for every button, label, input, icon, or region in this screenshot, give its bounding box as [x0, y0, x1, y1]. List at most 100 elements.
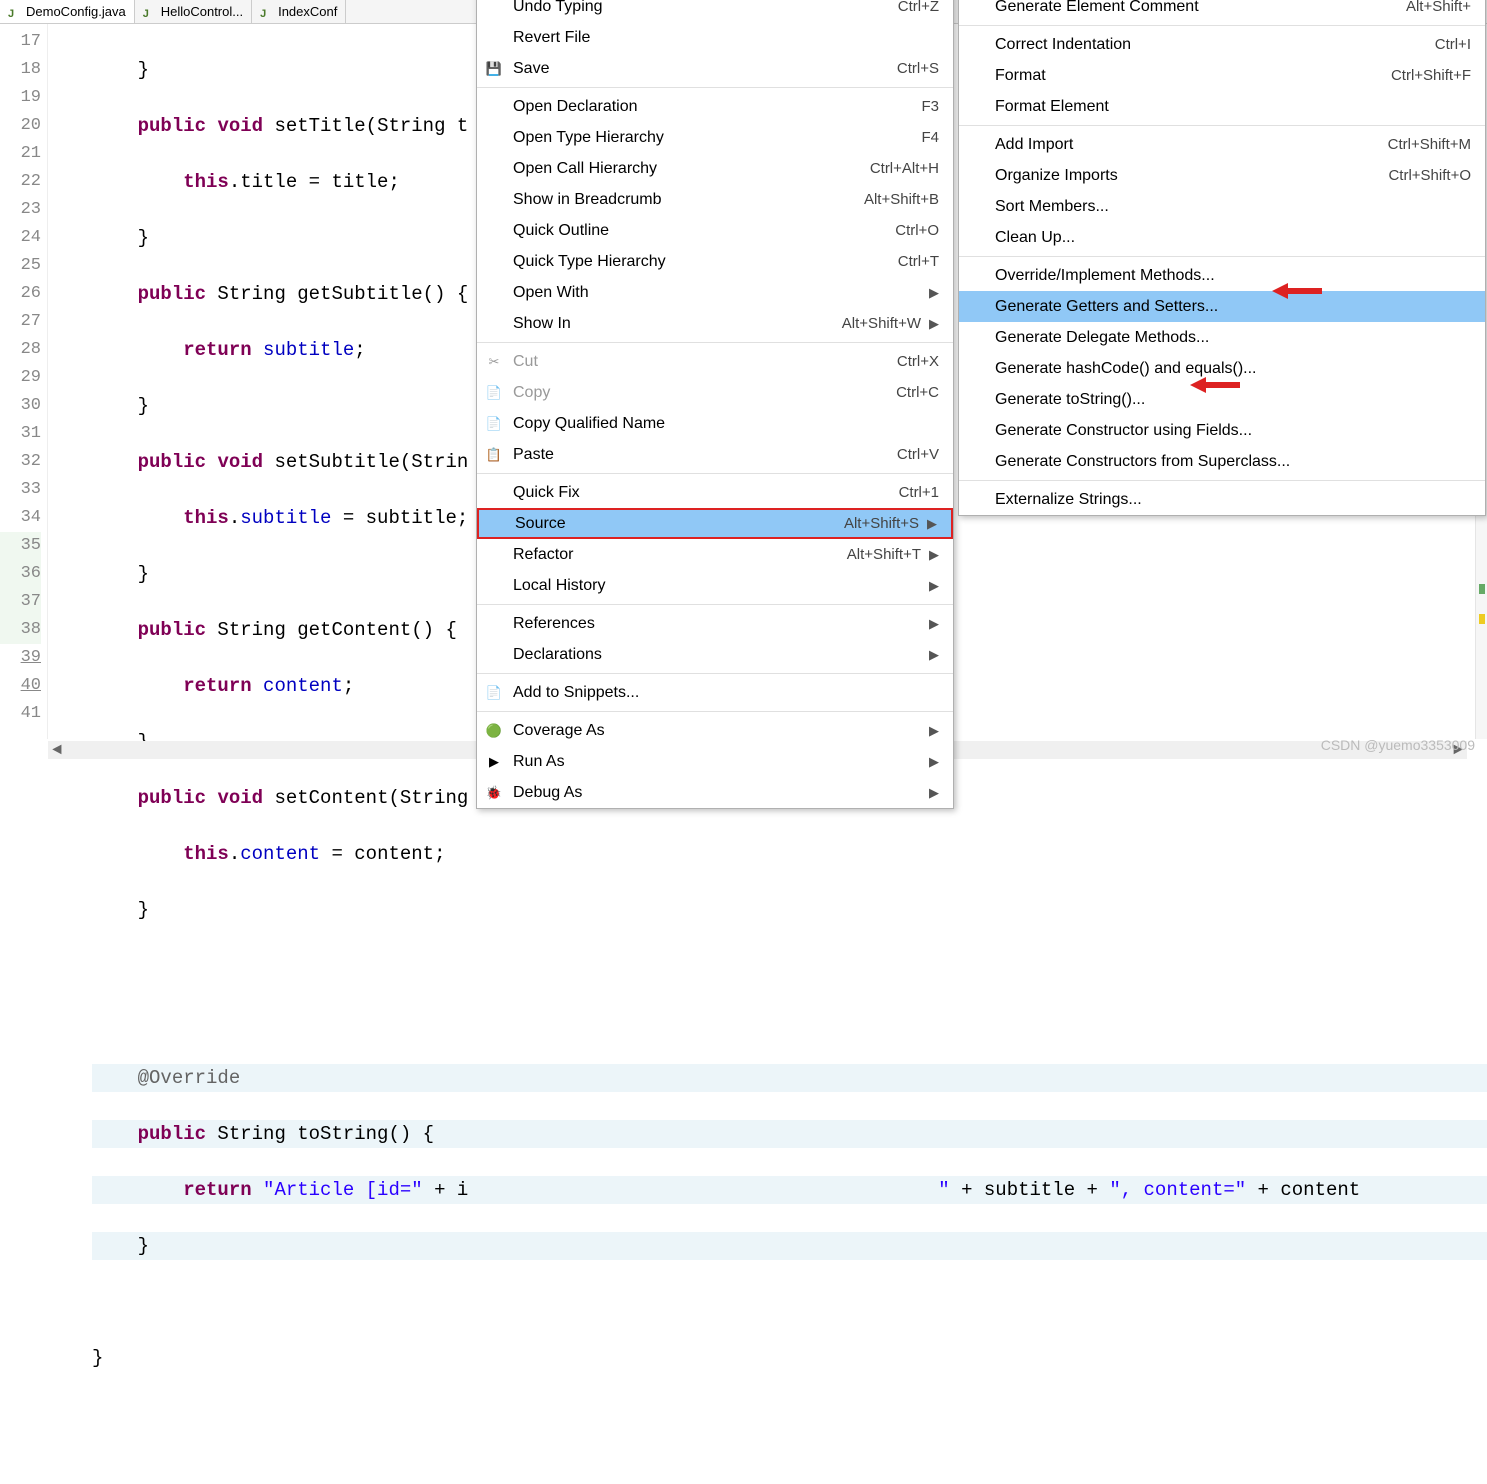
- menu-item-paste[interactable]: 📋PasteCtrl+V: [477, 439, 953, 470]
- t: }: [92, 563, 149, 585]
- menu-icon: ✂: [485, 353, 503, 371]
- menu-item-open-with[interactable]: Open With▶: [477, 277, 953, 308]
- menu-item-format-element[interactable]: Format Element: [959, 91, 1485, 122]
- menu-item-local-history[interactable]: Local History▶: [477, 570, 953, 601]
- line-number: 31: [0, 420, 41, 448]
- t: String getSubtitle() {: [206, 283, 468, 305]
- menu-item-revert-file[interactable]: Revert File: [477, 22, 953, 53]
- t: }: [92, 395, 149, 417]
- menu-item-clean-up[interactable]: Clean Up...: [959, 222, 1485, 253]
- menu-item-show-in-breadcrumb[interactable]: Show in Breadcrumb Alt+Shift+B: [477, 184, 953, 215]
- menu-item-label: Paste: [513, 446, 877, 464]
- menu-item-label: Source: [515, 515, 824, 533]
- menu-shortcut: Ctrl+Alt+H: [870, 160, 939, 177]
- menu-item-run-as[interactable]: ▶Run As▶: [477, 746, 953, 777]
- marker-icon: [1479, 584, 1485, 594]
- menu-item-label: Organize Imports: [995, 167, 1368, 185]
- t: + i: [423, 1179, 469, 1201]
- menu-item-open-type-hierarchy[interactable]: Open Type HierarchyF4: [477, 122, 953, 153]
- tab-indexconf[interactable]: IndexConf: [252, 0, 346, 23]
- line-number: 21: [0, 140, 41, 168]
- str: "Article [id=": [252, 1179, 423, 1201]
- menu-item-label: Show in Breadcrumb: [513, 191, 844, 209]
- line-number: 29: [0, 364, 41, 392]
- menu-item-refactor[interactable]: RefactorAlt+Shift+T▶: [477, 539, 953, 570]
- menu-item-open-declaration[interactable]: Open DeclarationF3: [477, 91, 953, 122]
- anno: @Override: [138, 1067, 241, 1089]
- menu-icon: 🟢: [485, 722, 503, 740]
- menu-item-label: Externalize Strings...: [995, 491, 1471, 509]
- menu-item-generate-constructors-from-superclass[interactable]: Generate Constructors from Superclass...: [959, 446, 1485, 477]
- line-number: 39: [0, 644, 41, 672]
- t: String toString() {: [206, 1123, 434, 1145]
- menu-item-label: Generate Element Comment: [995, 0, 1386, 16]
- id: subtitle: [252, 339, 355, 361]
- menu-item-declarations[interactable]: Declarations▶: [477, 639, 953, 670]
- submenu-arrow-icon: ▶: [929, 285, 939, 301]
- menu-item-open-call-hierarchy[interactable]: Open Call HierarchyCtrl+Alt+H: [477, 153, 953, 184]
- menu-item-coverage-as[interactable]: 🟢Coverage As▶: [477, 715, 953, 746]
- line-number: 40: [0, 672, 41, 700]
- scroll-left-icon[interactable]: ◄: [48, 741, 66, 759]
- context-menu: Undo TypingCtrl+ZRevert File💾SaveCtrl+S O…: [476, 0, 954, 809]
- menu-item-quick-type-hierarchy[interactable]: Quick Type HierarchyCtrl+T: [477, 246, 953, 277]
- menu-separator: [477, 87, 953, 88]
- menu-item-debug-as[interactable]: 🐞Debug As▶: [477, 777, 953, 808]
- menu-item-undo-typing[interactable]: Undo TypingCtrl+Z: [477, 0, 953, 22]
- menu-item-copy-qualified-name[interactable]: 📄Copy Qualified Name: [477, 408, 953, 439]
- line-number: 38: [0, 616, 41, 644]
- menu-item-correct-indentation[interactable]: Correct Indentation Ctrl+I: [959, 29, 1485, 60]
- menu-item-generate-delegate-methods[interactable]: Generate Delegate Methods...: [959, 322, 1485, 353]
- menu-item-organize-imports[interactable]: Organize ImportsCtrl+Shift+O: [959, 160, 1485, 191]
- menu-item-label: Correct Indentation: [995, 36, 1415, 54]
- menu-shortcut: F3: [921, 98, 939, 115]
- menu-shortcut: Ctrl+Shift+F: [1391, 67, 1471, 84]
- menu-item-label: Undo Typing: [513, 0, 878, 16]
- line-number: 30: [0, 392, 41, 420]
- menu-item-add-import[interactable]: Add ImportCtrl+Shift+M: [959, 129, 1485, 160]
- menu-item-sort-members[interactable]: Sort Members...: [959, 191, 1485, 222]
- kw: return: [183, 675, 251, 697]
- menu-shortcut: Alt+Shift+B: [864, 191, 939, 208]
- menu-shortcut: Ctrl+I: [1435, 36, 1471, 53]
- menu-item-copy[interactable]: 📄CopyCtrl+C: [477, 377, 953, 408]
- menu-item-generate-hashcode-and-equals[interactable]: Generate hashCode() and equals()...: [959, 353, 1485, 384]
- tab-democonfig[interactable]: DemoConfig.java: [0, 0, 135, 23]
- line-number: 17: [0, 28, 41, 56]
- menu-item-label: Cut: [513, 353, 877, 371]
- menu-item-label: Add Import: [995, 136, 1368, 154]
- kw: public: [138, 115, 206, 137]
- menu-item-show-in[interactable]: Show InAlt+Shift+W▶: [477, 308, 953, 339]
- menu-item-source[interactable]: SourceAlt+Shift+S▶: [477, 508, 953, 539]
- submenu-arrow-icon: ▶: [929, 723, 939, 739]
- tab-hellocontrol[interactable]: HelloControl...: [135, 0, 252, 23]
- menu-item-save[interactable]: 💾SaveCtrl+S: [477, 53, 953, 84]
- line-number: 23: [0, 196, 41, 224]
- menu-item-label: Quick Type Hierarchy: [513, 253, 878, 271]
- kw: return: [183, 339, 251, 361]
- menu-item-generate-constructor-using-fields[interactable]: Generate Constructor using Fields...: [959, 415, 1485, 446]
- kw: public: [138, 619, 206, 641]
- menu-item-generate-tostring[interactable]: Generate toString()...: [959, 384, 1485, 415]
- menu-item-externalize-strings[interactable]: Externalize Strings...: [959, 484, 1485, 515]
- kw: public: [138, 283, 206, 305]
- submenu-arrow-icon: ▶: [929, 616, 939, 632]
- menu-item-add-to-snippets[interactable]: 📄Add to Snippets...: [477, 677, 953, 708]
- menu-item-label: References: [513, 615, 921, 633]
- menu-item-format[interactable]: FormatCtrl+Shift+F: [959, 60, 1485, 91]
- menu-item-quick-outline[interactable]: Quick OutlineCtrl+O: [477, 215, 953, 246]
- menu-item-label: Copy Qualified Name: [513, 415, 939, 433]
- menu-item-generate-element-comment[interactable]: Generate Element CommentAlt+Shift+: [959, 0, 1485, 22]
- menu-item-references[interactable]: References ▶: [477, 608, 953, 639]
- menu-separator: [959, 256, 1485, 257]
- menu-item-generate-getters-and-setters[interactable]: Generate Getters and Setters...: [959, 291, 1485, 322]
- menu-item-override-implement-methods[interactable]: Override/Implement Methods...: [959, 260, 1485, 291]
- menu-item-quick-fix[interactable]: Quick FixCtrl+1: [477, 477, 953, 508]
- line-number: 18: [0, 56, 41, 84]
- menu-item-cut[interactable]: ✂CutCtrl+X: [477, 346, 953, 377]
- t: }: [92, 1235, 149, 1257]
- submenu-arrow-icon: ▶: [929, 316, 939, 332]
- menu-item-label: Add to Snippets...: [513, 684, 939, 702]
- line-number: 26: [0, 280, 41, 308]
- line-number: 41: [0, 700, 41, 728]
